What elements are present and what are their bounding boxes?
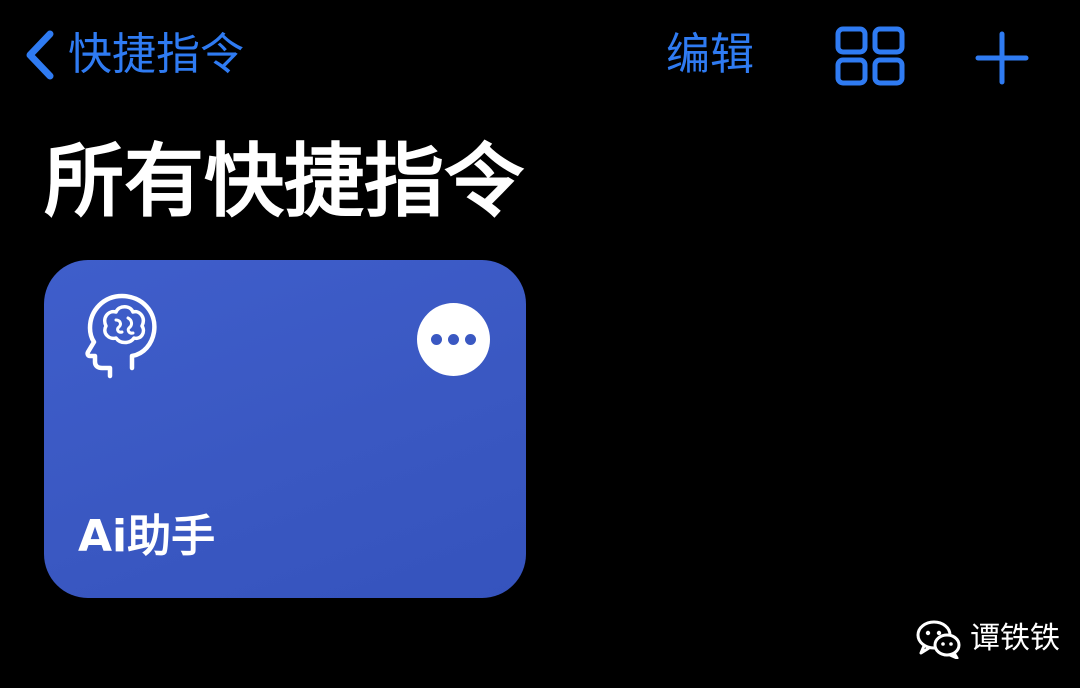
ellipsis-icon bbox=[431, 334, 442, 345]
wechat-icon bbox=[916, 620, 961, 659]
ellipsis-dot bbox=[465, 334, 476, 345]
ellipsis-dot bbox=[448, 334, 459, 345]
grid-view-button[interactable] bbox=[834, 26, 906, 86]
grid-view-icon bbox=[835, 26, 905, 86]
chevron-left-icon bbox=[26, 30, 54, 80]
back-button[interactable]: 快捷指令 bbox=[22, 26, 244, 84]
shortcut-card-ai-assistant[interactable]: Ai助手 bbox=[44, 260, 526, 598]
more-options-button[interactable] bbox=[417, 303, 490, 376]
brain-head-icon bbox=[85, 293, 157, 379]
shortcut-label: Ai助手 bbox=[78, 511, 216, 562]
navigation-bar: 快捷指令 编辑 bbox=[0, 0, 1080, 112]
plus-icon bbox=[975, 31, 1029, 85]
page-title: 所有快捷指令 bbox=[44, 135, 524, 228]
watermark-text: 谭铁铁 bbox=[970, 621, 1060, 656]
watermark: 谭铁铁 bbox=[916, 614, 1060, 664]
back-label: 快捷指令 bbox=[68, 29, 244, 80]
edit-button[interactable]: 编辑 bbox=[666, 26, 754, 84]
add-shortcut-button[interactable] bbox=[974, 30, 1030, 86]
